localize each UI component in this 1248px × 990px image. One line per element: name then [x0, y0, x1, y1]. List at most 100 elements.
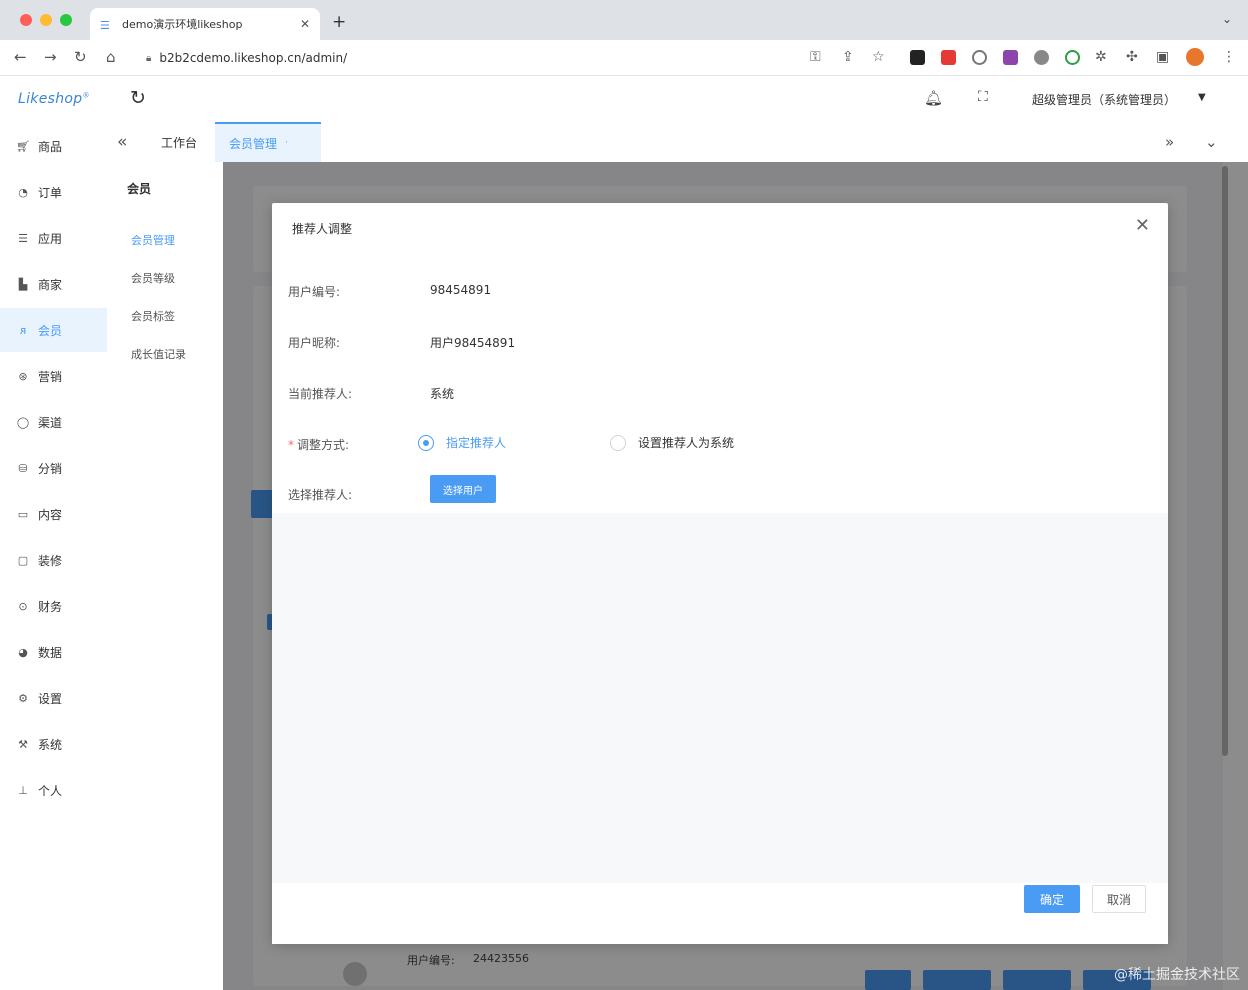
- url-text: b2b2cdemo.likeshop.cn/admin/: [159, 51, 348, 65]
- select-user-button[interactable]: 选择用户: [430, 475, 496, 503]
- gift-icon: ⊛: [18, 369, 28, 383]
- share-icon[interactable]: ⇪: [842, 49, 854, 65]
- sidebar: 🛒︎ 商品 ◔ 订单 ☰ 应用 ▙ 商家 ᴙ 会员 ⊛ 营销 ◯ 渠道 ⛁ 分销 ▭ 内容 ▢ 装修…: [0, 124, 107, 990]
- close-window-button[interactable]: [20, 14, 32, 26]
- extension-icon[interactable]: [1065, 50, 1080, 65]
- page-tab-bar: « 工作台 会员管理 · » ⌄: [107, 122, 1248, 162]
- close-tab-icon[interactable]: ✕: [300, 17, 310, 31]
- extension-icon[interactable]: [1034, 50, 1049, 65]
- sidebar-item-orders[interactable]: ◔ 订单: [0, 170, 107, 214]
- sidebar-item-channels[interactable]: ◯ 渠道: [0, 400, 107, 444]
- menu-dots-icon[interactable]: ⋮: [1222, 49, 1236, 65]
- minimize-window-button[interactable]: [40, 14, 52, 26]
- extension-icon[interactable]: [972, 50, 987, 65]
- list-icon: ☰: [18, 231, 28, 245]
- circle-icon: ◯: [16, 415, 30, 429]
- reload-icon[interactable]: ↻: [74, 48, 87, 66]
- profile-avatar[interactable]: [1186, 48, 1204, 66]
- select-referrer-label: 选择推荐人:: [288, 488, 353, 502]
- sidebar-item-decoration[interactable]: ▢ 装修: [0, 538, 107, 582]
- sidebar-item-apps[interactable]: ☰ 应用: [0, 216, 107, 260]
- extension-icon[interactable]: ✲: [1095, 49, 1107, 65]
- user-nickname-label: 用户昵称:: [288, 336, 341, 350]
- sub-item-member-management[interactable]: 会员管理: [131, 232, 175, 248]
- sidebar-item-personal[interactable]: ⊥ 个人: [0, 768, 107, 812]
- sub-item-member-tags[interactable]: 会员标签: [131, 308, 175, 324]
- radio-unchecked-icon: [610, 434, 626, 451]
- sidepanel-icon[interactable]: ▣: [1156, 49, 1169, 65]
- radio-checked-icon: [418, 434, 434, 451]
- user-icon: ᴙ: [19, 323, 27, 337]
- radio-specify-referrer[interactable]: 指定推荐人: [418, 434, 506, 451]
- tab-favicon-icon: ☰: [100, 19, 110, 32]
- tabs-dropdown-icon[interactable]: ⌄: [1205, 133, 1218, 151]
- user-menu[interactable]: 超级管理员（系统管理员）: [1032, 91, 1176, 108]
- notification-bell-icon[interactable]: 🔔︎: [924, 89, 943, 107]
- sidebar-item-members[interactable]: ᴙ 会员: [0, 308, 107, 352]
- user-no-label: 用户编号:: [288, 285, 341, 299]
- tool-icon: ⚒: [18, 737, 28, 751]
- tab-workbench[interactable]: 工作台: [147, 122, 211, 162]
- lock-icon: 🔒︎: [146, 52, 152, 64]
- refresh-icon[interactable]: ↻: [130, 87, 146, 109]
- caret-down-icon[interactable]: ▼: [1198, 92, 1206, 103]
- sub-item-growth-records[interactable]: 成长值记录: [131, 346, 186, 362]
- sidebar-item-goods[interactable]: 🛒︎ 商品: [0, 124, 107, 168]
- sidebar-item-merchants[interactable]: ▙ 商家: [0, 262, 107, 306]
- current-referrer-label: 当前推荐人:: [288, 387, 353, 401]
- adjust-method-label: * 调整方式:: [288, 438, 350, 452]
- browser-tab-title: demo演示环境likeshop: [122, 18, 243, 31]
- scroll-tabs-right-icon[interactable]: »: [1165, 133, 1174, 151]
- close-icon[interactable]: ✕: [1135, 215, 1150, 236]
- browser-tab[interactable]: ☰ demo演示环境likeshop ✕: [90, 8, 320, 40]
- gear-icon: ⚙: [18, 691, 28, 705]
- address-bar: ← → ↻ ⌂ 🔒︎ b2b2cdemo.likeshop.cn/admin/ …: [0, 40, 1248, 76]
- sidebar-item-system[interactable]: ⚒ 系统: [0, 722, 107, 766]
- fullscreen-icon[interactable]: ⛶: [978, 89, 988, 105]
- tab-search-icon[interactable]: ⌄: [1222, 12, 1232, 26]
- maximize-window-button[interactable]: [60, 14, 72, 26]
- new-tab-icon[interactable]: +: [332, 12, 346, 32]
- sidebar-item-finance[interactable]: ⊙ 财务: [0, 584, 107, 628]
- dialog-body-area: [272, 513, 1168, 883]
- sub-sidebar: 会员 会员管理 会员等级 会员标签 成长值记录: [107, 170, 223, 990]
- back-icon[interactable]: ←: [14, 48, 27, 66]
- sidebar-item-marketing[interactable]: ⊛ 营销: [0, 354, 107, 398]
- extension-icon[interactable]: [941, 50, 956, 65]
- browser-tabstrip: ☰ demo演示环境likeshop ✕ + ⌄: [0, 0, 1248, 40]
- cancel-button[interactable]: 取消: [1092, 885, 1146, 913]
- extension-icon[interactable]: [1003, 50, 1018, 65]
- chart-icon: ▙: [18, 277, 28, 291]
- url-field[interactable]: 🔒︎ b2b2cdemo.likeshop.cn/admin/: [134, 45, 904, 71]
- sidebar-item-content[interactable]: ▭ 内容: [0, 492, 107, 536]
- dialog-title: 推荐人调整: [292, 222, 353, 236]
- app-header: Likeshop® ↻ 🔔︎ ⛶ 超级管理员（系统管理员） ▼: [0, 77, 1248, 121]
- key-icon[interactable]: ⚿: [810, 49, 821, 65]
- sub-item-member-levels[interactable]: 会员等级: [131, 270, 175, 286]
- radio-set-system-referrer[interactable]: 设置推荐人为系统: [610, 434, 734, 451]
- bell-icon: ◔: [18, 185, 28, 199]
- logo: Likeshop®: [18, 91, 90, 107]
- home-icon[interactable]: ⌂: [106, 48, 116, 66]
- sidebar-item-distribution[interactable]: ⛁ 分销: [0, 446, 107, 490]
- confirm-button[interactable]: 确定: [1024, 885, 1080, 913]
- extension-icon[interactable]: [910, 50, 925, 65]
- dialog-footer: 确定 取消: [272, 883, 1168, 944]
- puzzle-icon[interactable]: ✣: [1126, 49, 1138, 65]
- user-no-value: 98454891: [430, 283, 492, 297]
- current-referrer-value: 系统: [430, 387, 455, 401]
- sidebar-item-data[interactable]: ◕ 数据: [0, 630, 107, 674]
- collapse-sidebar-icon[interactable]: «: [117, 132, 127, 152]
- forward-icon[interactable]: →: [44, 48, 57, 66]
- square-icon: ▢: [17, 553, 29, 567]
- money-icon: ⊙: [18, 599, 28, 613]
- cart-icon: 🛒︎: [16, 139, 30, 153]
- referrer-adjust-dialog: 推荐人调整 ✕ 用户编号: 98454891 用户昵称: 用户98454891 …: [272, 203, 1168, 944]
- sidebar-item-settings[interactable]: ⚙ 设置: [0, 676, 107, 720]
- pie-icon: ◕: [18, 645, 28, 659]
- database-icon: ⛁: [18, 461, 28, 475]
- tab-member-management[interactable]: 会员管理 ·: [215, 122, 321, 162]
- user-nickname-value: 用户98454891: [430, 336, 516, 350]
- star-icon[interactable]: ☆: [872, 49, 885, 65]
- close-tab-icon[interactable]: ·: [285, 138, 288, 148]
